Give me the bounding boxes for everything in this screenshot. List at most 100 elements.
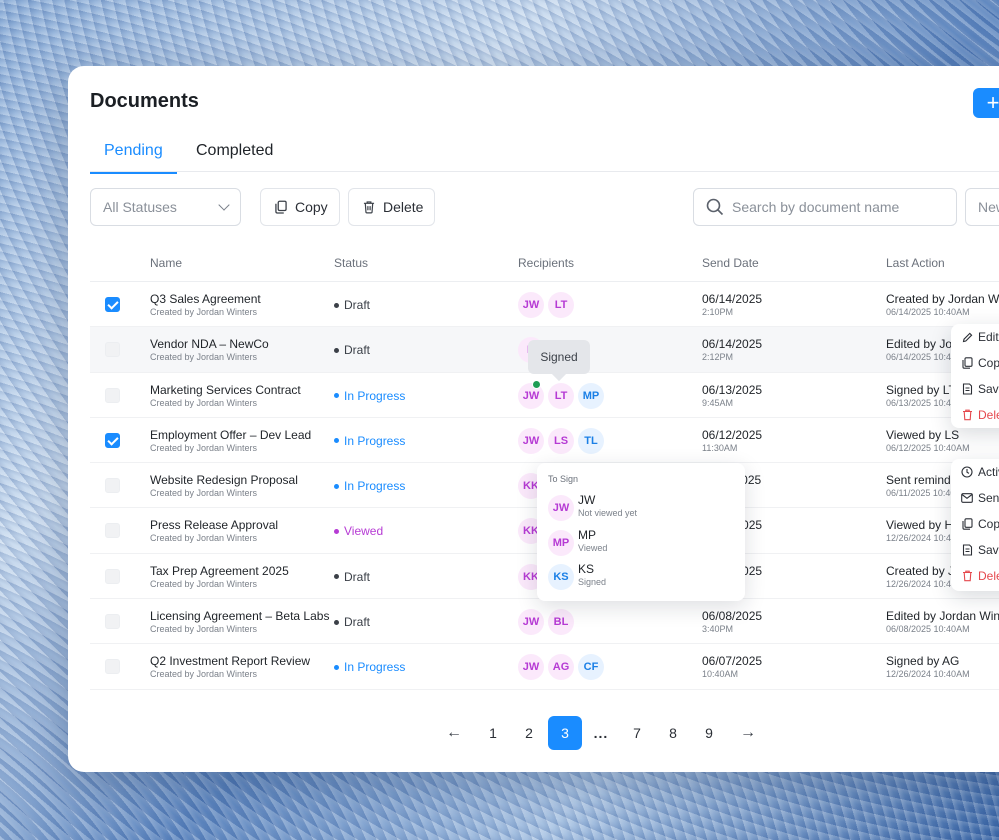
- avatar[interactable]: LT: [548, 292, 574, 318]
- last-action: Viewed by LS: [886, 427, 960, 442]
- menu-item-copy[interactable]: Copy: [951, 511, 999, 537]
- status-filter-select[interactable]: All Statuses: [90, 188, 241, 226]
- avatar[interactable]: MP: [578, 382, 604, 409]
- table-row[interactable]: Marketing Services Contract Created by Jo…: [90, 373, 999, 418]
- table-row[interactable]: Licensing Agreement – Beta Labs Created b…: [90, 599, 999, 645]
- avatar[interactable]: BL: [548, 609, 574, 636]
- pagination: ← 1 2 3 ... 7 8 9 →: [433, 716, 769, 750]
- menu-item-save-as-template[interactable]: Save as Template: [951, 376, 999, 402]
- send-time: 9:45AM: [702, 397, 734, 408]
- popup-recipient[interactable]: MP MP Viewed: [548, 528, 738, 558]
- row-checkbox[interactable]: [105, 568, 120, 584]
- recipients-popup: To Sign JW JW Not viewed yet MP MP Viewe…: [537, 463, 745, 601]
- page-button-current[interactable]: 3: [548, 716, 582, 750]
- search-input[interactable]: Search by document name: [693, 188, 957, 226]
- column-header-name[interactable]: Name: [150, 256, 182, 270]
- table-header: Name Status Recipients Send Date Last Ac…: [90, 242, 999, 282]
- copy-button[interactable]: Copy: [260, 188, 340, 226]
- next-page-button[interactable]: →: [727, 716, 769, 750]
- table-row[interactable]: Q2 Investment Report Review Created by Jo…: [90, 644, 999, 690]
- send-time: 2:12PM: [702, 352, 734, 363]
- row-checkbox[interactable]: [105, 297, 120, 312]
- avatar: MP: [548, 530, 574, 556]
- tab-pending[interactable]: Pending: [90, 142, 177, 174]
- document-name[interactable]: Website Redesign Proposal: [150, 473, 298, 487]
- avatar[interactable]: JW: [518, 292, 544, 318]
- trash-icon: [363, 201, 375, 214]
- copy-icon: [275, 200, 287, 214]
- document-name[interactable]: Q3 Sales Agreement: [150, 292, 261, 306]
- send-time: 10:40AM: [702, 669, 739, 680]
- tab-completed[interactable]: Completed: [182, 142, 287, 172]
- menu-item-delete[interactable]: Delete: [951, 402, 999, 428]
- delete-button[interactable]: Delete: [348, 188, 435, 226]
- avatar[interactable]: JW: [518, 654, 544, 681]
- row-checkbox[interactable]: [105, 478, 120, 494]
- table-row[interactable]: Employment Offer – Dev Lead Created by Jo…: [90, 418, 999, 464]
- avatar[interactable]: LS: [548, 427, 574, 454]
- menu-item-send-reminder[interactable]: Send Reminder: [951, 485, 999, 511]
- menu-item-label: Delete: [978, 408, 999, 422]
- row-checkbox[interactable]: [105, 659, 120, 675]
- clock-icon: [961, 466, 973, 478]
- table-row[interactable]: Q3 Sales Agreement Created by Jordan Wint…: [90, 282, 999, 328]
- trash-icon: [961, 570, 973, 582]
- document-name[interactable]: Press Release Approval: [150, 518, 278, 532]
- avatar[interactable]: LT: [548, 382, 574, 409]
- row-checkbox[interactable]: [105, 342, 120, 358]
- column-header-last-action[interactable]: Last Action: [886, 256, 945, 270]
- popup-recipient[interactable]: JW JW Not viewed yet: [548, 493, 738, 523]
- menu-item-delete[interactable]: Delete: [951, 563, 999, 589]
- document-name[interactable]: Q2 Investment Report Review: [150, 654, 310, 668]
- avatar[interactable]: TL: [578, 427, 604, 454]
- last-action-time: 12/26/2024 10:40AM: [886, 669, 970, 680]
- avatar[interactable]: JW: [518, 379, 544, 409]
- sort-select[interactable]: Newest: [965, 188, 999, 226]
- status-label: Draft: [344, 569, 371, 584]
- menu-item-edit[interactable]: Edit: [951, 324, 999, 350]
- status-dot: [334, 483, 339, 489]
- menu-item-copy[interactable]: Copy: [951, 350, 999, 376]
- row-checkbox[interactable]: [105, 614, 120, 630]
- status-dot: [334, 393, 339, 399]
- avatar-initials: BL: [553, 616, 569, 629]
- column-header-send-date[interactable]: Send Date: [702, 256, 759, 270]
- mail-icon: [961, 492, 973, 504]
- recipients-group: JW LT MP: [518, 379, 604, 409]
- document-name[interactable]: Marketing Services Contract: [150, 383, 301, 397]
- page-button[interactable]: 7: [619, 716, 655, 750]
- popup-recipient[interactable]: KS KS Signed: [548, 562, 738, 592]
- recipient-name: MP: [578, 528, 596, 542]
- document-name[interactable]: Licensing Agreement – Beta Labs: [150, 609, 329, 623]
- new-document-button[interactable]: +: [973, 88, 999, 118]
- avatar[interactable]: JW: [518, 609, 544, 636]
- avatar[interactable]: CF: [578, 654, 604, 681]
- last-action: Created by Jordan Winters: [886, 292, 999, 306]
- menu-item-activity[interactable]: Activity: [951, 459, 999, 485]
- column-header-status[interactable]: Status: [334, 256, 368, 270]
- send-date: 06/13/2025: [702, 382, 763, 397]
- pencil-icon: [961, 331, 973, 343]
- row-checkbox[interactable]: [105, 432, 120, 448]
- avatar[interactable]: JW: [518, 427, 544, 454]
- column-header-recipients[interactable]: Recipients: [518, 256, 574, 270]
- document-name[interactable]: Employment Offer – Dev Lead: [150, 428, 311, 442]
- recipient-name: JW: [578, 493, 596, 507]
- previous-page-button[interactable]: ←: [433, 716, 475, 750]
- page-button[interactable]: 9: [691, 716, 727, 750]
- menu-item-save-as-template[interactable]: Save as Template: [951, 537, 999, 563]
- menu-item-label: Copy: [978, 356, 999, 370]
- document-name[interactable]: Tax Prep Agreement 2025: [150, 564, 289, 578]
- document-name[interactable]: Vendor NDA – NewCo: [150, 337, 269, 351]
- recipient-status: Viewed: [578, 543, 608, 553]
- page-button[interactable]: 2: [511, 716, 547, 750]
- document-creator: Created by Jordan Winters: [150, 307, 258, 317]
- row-checkbox[interactable]: [105, 523, 120, 539]
- avatar[interactable]: AG: [548, 654, 574, 681]
- page-button[interactable]: 8: [655, 716, 691, 750]
- send-date: 06/12/2025: [702, 427, 763, 442]
- avatar: JW: [548, 495, 574, 521]
- row-checkbox[interactable]: [105, 387, 120, 403]
- template-icon: [961, 544, 973, 556]
- page-button[interactable]: 1: [475, 716, 511, 750]
